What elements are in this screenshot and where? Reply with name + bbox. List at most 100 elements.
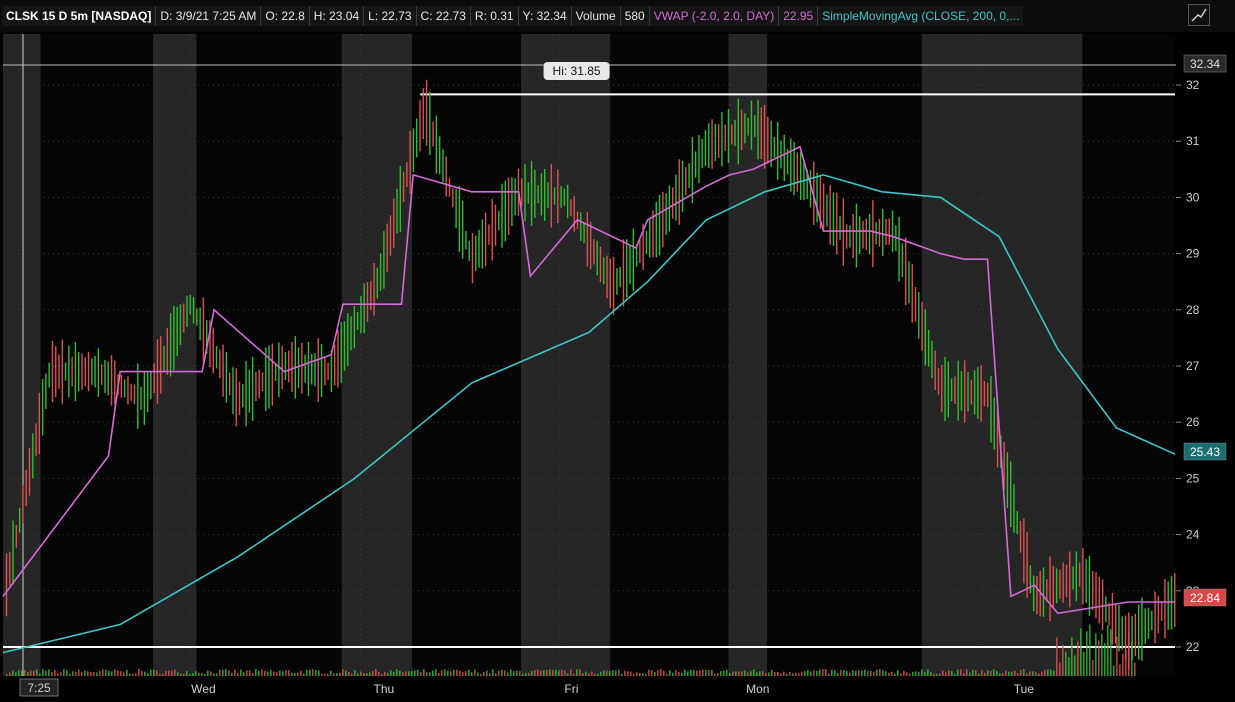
volume-bar <box>828 673 830 676</box>
volume-bar <box>795 672 797 676</box>
volume-bar <box>1113 665 1115 676</box>
volume-bar <box>675 669 677 676</box>
volume-bar <box>729 672 731 676</box>
volume-bar <box>1101 633 1103 676</box>
volume-bar <box>870 670 872 676</box>
volume-bar <box>195 671 197 676</box>
volume-bar <box>954 673 956 676</box>
volume-bar <box>255 669 257 676</box>
volume-bar <box>390 670 392 676</box>
volume-bar <box>882 670 884 676</box>
volume-bar <box>987 670 989 676</box>
time-axis <box>0 676 1235 702</box>
volume-bar <box>429 672 431 676</box>
high-price-badge: 32.34 <box>1190 57 1220 71</box>
volume-bar <box>447 670 449 676</box>
volume-bar <box>348 672 350 676</box>
volume-bar <box>846 671 848 676</box>
volume-bar <box>705 669 707 676</box>
volume-bar <box>51 672 53 676</box>
volume-bar <box>1065 651 1067 676</box>
volume-bar <box>918 671 920 676</box>
volume-bar <box>507 672 509 676</box>
volume-bar <box>1083 651 1085 676</box>
volume-bar <box>210 671 212 676</box>
volume-bar <box>129 673 131 676</box>
volume-bar <box>555 669 557 676</box>
volume-bar <box>462 672 464 676</box>
volume-bar <box>270 670 272 676</box>
volume-bar <box>471 672 473 676</box>
volume-bar <box>981 670 983 676</box>
volume-bar <box>309 669 311 676</box>
volume-bar <box>81 672 83 676</box>
volume-bar <box>315 670 317 676</box>
volume-bar <box>732 671 734 676</box>
volume-bar <box>396 669 398 676</box>
volume-bar <box>1086 631 1088 676</box>
volume-bar <box>249 670 251 676</box>
volume-bar <box>549 669 551 676</box>
volume-bar <box>1089 624 1091 676</box>
volume-bar <box>663 670 665 676</box>
volume-bar <box>1014 670 1016 676</box>
volume-bar <box>627 671 629 676</box>
day-label: Thu <box>374 682 395 696</box>
volume-bar <box>963 673 965 676</box>
volume-bar <box>198 672 200 676</box>
volume-bar <box>534 669 536 676</box>
volume-bar <box>69 673 71 676</box>
volume-bar <box>687 671 689 676</box>
volume-bar <box>321 673 323 676</box>
volume-bar <box>723 670 725 676</box>
volume-bar <box>777 672 779 676</box>
volume-bar <box>306 669 308 676</box>
volume-bar <box>354 669 356 676</box>
volume-bar <box>1038 673 1040 676</box>
volume-bar <box>426 672 428 676</box>
volume-bar <box>1059 662 1061 676</box>
volume-bar <box>450 671 452 676</box>
volume-bar <box>111 671 113 676</box>
volume-bar <box>672 672 674 676</box>
volume-bar <box>999 673 1001 676</box>
volume-bar <box>570 669 572 676</box>
volume-bar <box>420 671 422 676</box>
volume-bar <box>984 672 986 676</box>
volume-bar <box>771 669 773 676</box>
volume-bar <box>945 672 947 676</box>
volume-bar <box>939 673 941 676</box>
volume-bar <box>654 671 656 676</box>
volume-bar <box>942 670 944 676</box>
volume-bar <box>381 673 383 676</box>
price-tick-label: 32 <box>1186 78 1200 92</box>
volume-bar <box>1023 669 1025 676</box>
volume-bar <box>837 672 839 676</box>
volume-bar <box>747 672 749 676</box>
volume-bar <box>363 672 365 676</box>
volume-bar <box>669 670 671 676</box>
volume-bar <box>609 670 611 676</box>
volume-bar <box>438 672 440 676</box>
volume-bar <box>594 673 596 676</box>
volume-bar <box>150 669 152 676</box>
volume-bar <box>465 671 467 676</box>
price-tick-label: 22 <box>1186 640 1200 654</box>
volume-bar <box>1080 628 1082 676</box>
volume-bar <box>1134 662 1136 676</box>
session-shade-5 <box>921 34 1083 676</box>
volume-bar <box>147 673 149 676</box>
volume-bar <box>912 671 914 676</box>
volume-bar <box>372 671 374 676</box>
volume-bar <box>546 669 548 676</box>
volume-bar <box>960 669 962 676</box>
price-chart[interactable]: 222324252627282930313232.3425.4322.84Hi:… <box>0 0 1235 702</box>
volume-bar <box>1098 640 1100 676</box>
volume-bar <box>216 673 218 676</box>
day-label: Fri <box>564 682 578 696</box>
volume-bar <box>1092 659 1094 676</box>
volume-bar <box>711 670 713 676</box>
volume-bar <box>417 669 419 676</box>
volume-bar <box>618 669 620 676</box>
volume-bar <box>1008 671 1010 676</box>
